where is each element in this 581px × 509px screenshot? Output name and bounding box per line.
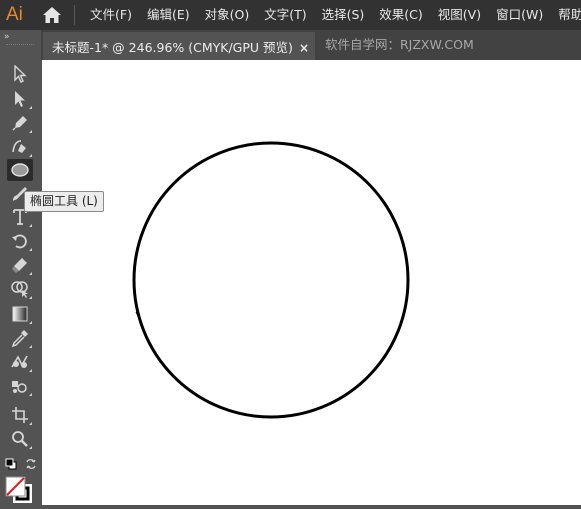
more-tools-indicator: [29, 393, 32, 396]
eyedropper-tool[interactable]: [7, 327, 33, 349]
tab-title: 未标题-1* @ 246.96% (CMYK/GPU 预览): [52, 40, 293, 55]
swap-colors-icon[interactable]: [25, 458, 37, 470]
menu-object[interactable]: 对象(O): [199, 0, 256, 30]
arrow-icon: [14, 65, 27, 83]
more-tools-indicator: [29, 272, 32, 275]
blend-icon: [11, 355, 28, 368]
artboard-icon: [12, 407, 28, 423]
rotate-icon: [12, 234, 27, 249]
menu-help[interactable]: 帮助(H): [552, 0, 581, 30]
menu-edit[interactable]: 编辑(E): [141, 0, 196, 30]
artboard-canvas[interactable]: [42, 60, 581, 505]
menu-type[interactable]: 文字(T): [258, 0, 312, 30]
menu-effect[interactable]: 效果(C): [373, 0, 428, 30]
ellipse-icon: [11, 163, 29, 177]
more-tools-indicator: [29, 296, 32, 299]
more-tools-indicator: [29, 321, 32, 324]
zoom-tool[interactable]: [7, 428, 33, 450]
tab-active-document[interactable]: 未标题-1* @ 246.96% (CMYK/GPU 预览) ×: [43, 32, 315, 62]
pen-tool[interactable]: [7, 112, 33, 134]
rotate-tool[interactable]: [7, 230, 33, 252]
selection-tool[interactable]: [7, 63, 33, 85]
more-tools-indicator: [29, 154, 32, 157]
more-tools-indicator: [29, 130, 32, 133]
zoom-icon: [12, 431, 28, 447]
direct-selection-tool[interactable]: [7, 88, 33, 110]
eraser-tool[interactable]: [7, 254, 33, 276]
canvas-drawing[interactable]: [42, 60, 581, 505]
more-tools-indicator: [29, 106, 32, 109]
more-tools-indicator: [29, 224, 32, 227]
more-tools-indicator: [29, 422, 32, 425]
default-colors-icon[interactable]: [5, 458, 17, 470]
ellipse-shape[interactable]: [132, 141, 410, 419]
app-logo: Ai: [6, 4, 23, 25]
document-tab-bar: 未标题-1* @ 246.96% (CMYK/GPU 预览) × 软件自学网：R…: [41, 30, 581, 62]
gradient-tool[interactable]: [7, 303, 33, 325]
more-tools-indicator: [29, 446, 32, 449]
white-arrow-icon: [15, 91, 25, 107]
blend-tool[interactable]: [7, 351, 33, 373]
shape-builder-icon: [11, 281, 28, 298]
home-icon[interactable]: [42, 6, 62, 24]
more-tools-indicator: [29, 369, 32, 372]
close-icon[interactable]: ×: [299, 34, 309, 62]
fill-stroke-swatches[interactable]: [5, 476, 32, 503]
gradient-icon: [12, 306, 28, 322]
artboard-tool[interactable]: [7, 404, 33, 426]
ellipse-tool[interactable]: [7, 159, 33, 181]
fill-none-swatch-icon[interactable]: [5, 476, 27, 498]
menu-select[interactable]: 选择(S): [316, 0, 371, 30]
eraser-icon: [12, 258, 27, 273]
tools-panel: »: [0, 30, 41, 505]
shape-builder-tool[interactable]: [7, 278, 33, 300]
symbol-icon: [12, 381, 27, 393]
main-menu: 文件(F) 编辑(E) 对象(O) 文字(T) 选择(S) 效果(C) 视图(V…: [84, 0, 581, 30]
more-tools-indicator: [29, 345, 32, 348]
eyedropper-icon: [11, 330, 28, 347]
tab-inactive-document[interactable]: 软件自学网：RJZXW.COM: [325, 30, 474, 60]
panel-grip[interactable]: [6, 44, 34, 47]
menu-window[interactable]: 窗口(W): [490, 0, 549, 30]
collapse-panel-icon[interactable]: »: [4, 32, 9, 42]
curvature-tool[interactable]: [7, 136, 33, 158]
menu-file[interactable]: 文件(F): [84, 0, 138, 30]
menu-view[interactable]: 视图(V): [432, 0, 487, 30]
curvature-icon: [12, 140, 26, 153]
more-tools-indicator: [29, 248, 32, 251]
tool-tooltip: 椭圆工具 (L): [24, 191, 104, 212]
symbol-sprayer-tool[interactable]: [7, 375, 33, 397]
pen-icon: [12, 116, 27, 131]
menu-bar: Ai 文件(F) 编辑(E) 对象(O) 文字(T) 选择(S) 效果(C) 视…: [0, 0, 581, 30]
menu-separator: [74, 5, 75, 25]
